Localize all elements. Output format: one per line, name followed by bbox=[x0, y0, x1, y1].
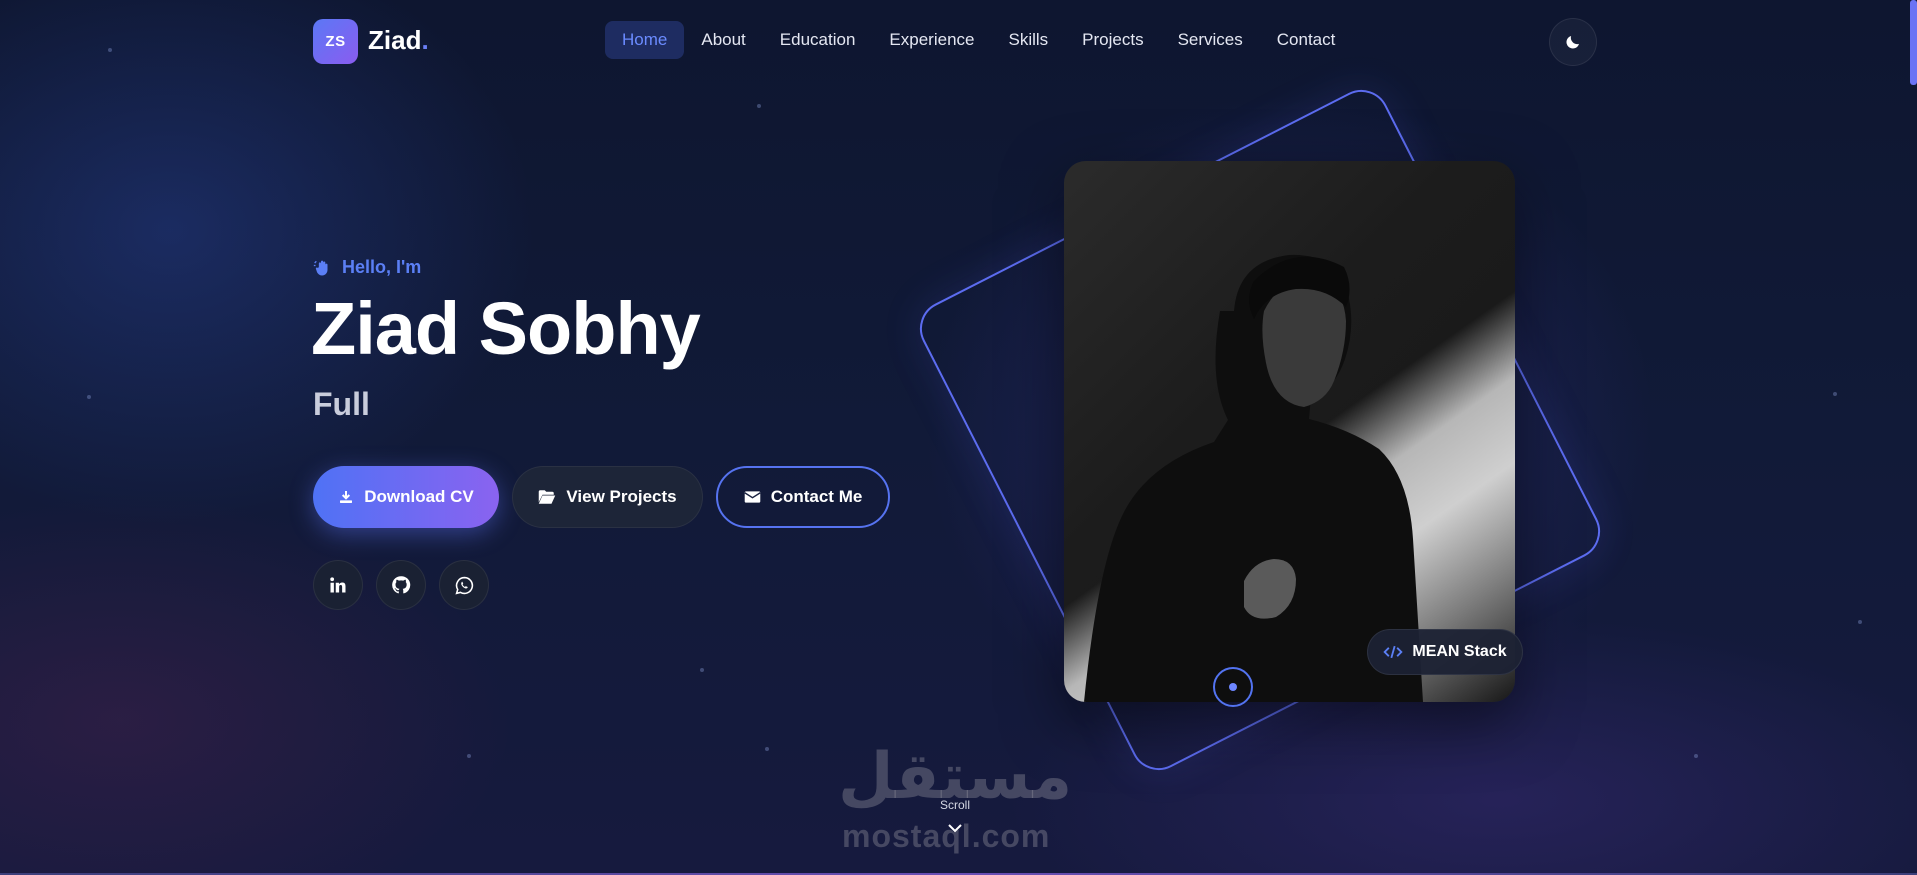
download-cv-label: Download CV bbox=[364, 487, 474, 506]
contact-me-button[interactable]: Contact Me bbox=[716, 466, 890, 528]
background-star bbox=[1858, 620, 1862, 624]
moon-icon bbox=[1566, 36, 1579, 49]
background-star bbox=[1694, 754, 1698, 758]
theme-toggle-button[interactable] bbox=[1549, 18, 1597, 66]
nav-skills[interactable]: Skills bbox=[991, 21, 1065, 59]
nav-experience[interactable]: Experience bbox=[872, 21, 991, 59]
indicator-dot bbox=[1229, 683, 1237, 691]
linkedin-link[interactable] bbox=[313, 560, 363, 610]
whatsapp-icon bbox=[454, 576, 473, 595]
contact-me-label: Contact Me bbox=[770, 487, 863, 506]
nav-home[interactable]: Home bbox=[605, 21, 685, 59]
scroll-hint[interactable]: Scroll bbox=[935, 798, 975, 812]
background-star bbox=[87, 395, 91, 399]
greeting-text: Hello, I'm bbox=[342, 257, 422, 277]
background-star bbox=[765, 747, 769, 751]
profile-photo bbox=[1064, 161, 1515, 702]
download-cv-button[interactable]: Download CV bbox=[313, 466, 499, 528]
main-menu: Home About Education Experience Skills P… bbox=[605, 21, 1352, 59]
nav-education[interactable]: Education bbox=[763, 21, 873, 59]
github-link[interactable] bbox=[376, 560, 426, 610]
download-icon bbox=[340, 491, 353, 503]
logo-badge[interactable]: ZS bbox=[313, 19, 358, 64]
github-icon bbox=[392, 576, 411, 594]
view-projects-button[interactable]: View Projects bbox=[512, 466, 703, 528]
hero-role: Full bbox=[313, 386, 370, 422]
brand-dot: . bbox=[421, 25, 429, 55]
waving-hand-icon bbox=[313, 260, 328, 275]
background-star bbox=[757, 104, 761, 108]
hero-greeting: Hello, I'm bbox=[313, 257, 421, 278]
logo-initials: ZS bbox=[325, 33, 346, 50]
slide-indicator-button[interactable] bbox=[1213, 667, 1253, 707]
view-projects-label: View Projects bbox=[566, 487, 677, 506]
background-star bbox=[467, 754, 471, 758]
tech-stack-badge: MEAN Stack bbox=[1367, 629, 1523, 675]
brand-name: Ziad bbox=[368, 25, 422, 55]
whatsapp-link[interactable] bbox=[439, 560, 489, 610]
page-scrollbar-thumb[interactable] bbox=[1910, 0, 1917, 85]
nav-services[interactable]: Services bbox=[1161, 21, 1260, 59]
logo-text[interactable]: Ziad. bbox=[368, 25, 429, 56]
background-star bbox=[700, 668, 704, 672]
tech-stack-label: MEAN Stack bbox=[1412, 643, 1507, 660]
hero-name: Ziad Sobhy bbox=[311, 287, 701, 370]
envelope-icon bbox=[744, 491, 761, 503]
nav-projects[interactable]: Projects bbox=[1065, 21, 1160, 59]
code-icon bbox=[1383, 645, 1404, 659]
top-navigation: ZS Ziad. Home About Education Experience… bbox=[0, 0, 1917, 82]
nav-contact[interactable]: Contact bbox=[1260, 21, 1353, 59]
chevron-down-icon[interactable] bbox=[946, 822, 964, 834]
person-silhouette bbox=[1084, 254, 1423, 702]
linkedin-icon bbox=[330, 577, 346, 593]
nav-about[interactable]: About bbox=[684, 21, 762, 59]
folder-open-icon bbox=[539, 490, 556, 504]
background-star bbox=[1833, 392, 1837, 396]
